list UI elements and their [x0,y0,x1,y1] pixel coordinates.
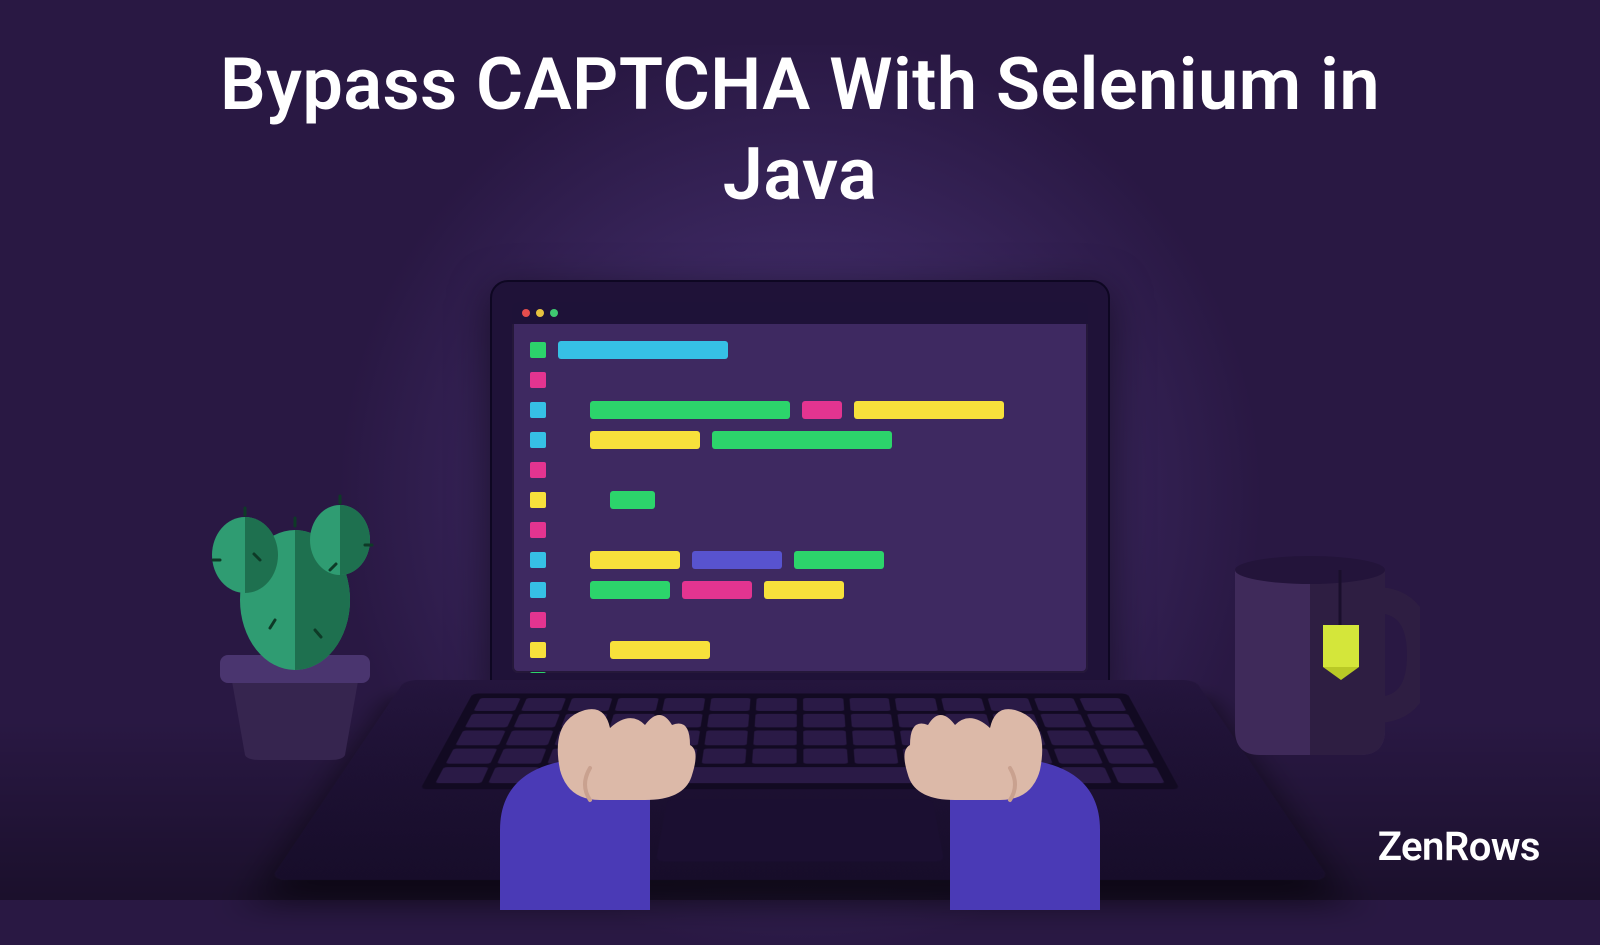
code-token [610,491,655,509]
traffic-light-zoom-icon [550,309,558,317]
brand-label: ZenRows [1378,823,1540,870]
right-hand-icon [880,650,1160,910]
code-line [530,458,1070,482]
laptop [490,280,1110,695]
code-line [530,488,1070,512]
window-titlebar [512,302,1088,324]
code-token [712,431,892,449]
code-token [558,341,728,359]
code-line [530,428,1070,452]
laptop-lid [490,280,1110,695]
code-token [590,581,670,599]
code-token [794,551,884,569]
code-token [802,401,842,419]
code-line [530,398,1070,422]
code-token [682,581,752,599]
gutter-marker [530,492,546,508]
gutter-marker [530,342,546,358]
gutter-marker [530,552,546,568]
code-line [530,518,1070,542]
gutter-marker [530,372,546,388]
code-token [692,551,782,569]
code-token [590,401,790,419]
gutter-marker [530,432,546,448]
laptop-screen [512,302,1088,673]
code-editor [512,324,1088,673]
page-title: Bypass CAPTCHA With Selenium in Java [0,40,1600,220]
gutter-marker [530,402,546,418]
code-line [530,368,1070,392]
code-line [530,548,1070,572]
code-line [530,608,1070,632]
code-line [530,338,1070,362]
gutter-marker [530,582,546,598]
mug-icon [1220,540,1420,760]
gutter-marker [530,522,546,538]
cactus-icon [200,460,390,760]
left-hand-icon [440,650,720,910]
traffic-light-minimize-icon [536,309,544,317]
traffic-light-close-icon [522,309,530,317]
laptop-base [270,680,1330,880]
code-token [590,551,680,569]
code-token [764,581,844,599]
code-token [854,401,1004,419]
code-line [530,578,1070,602]
code-token [590,431,700,449]
title-line-2: Java [723,132,877,217]
gutter-marker [530,462,546,478]
gutter-marker [530,612,546,628]
title-line-1: Bypass CAPTCHA With Selenium in [220,42,1380,127]
